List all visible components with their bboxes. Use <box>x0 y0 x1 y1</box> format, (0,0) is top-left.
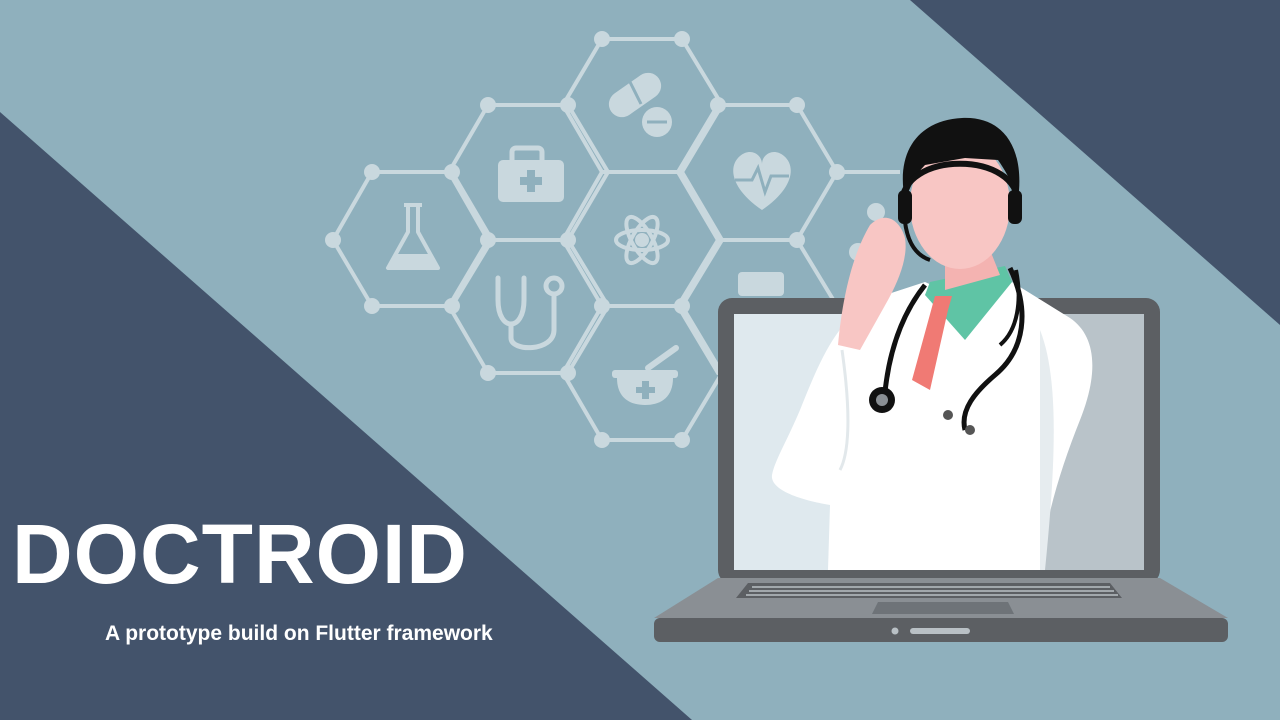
laptop-touchpad <box>872 602 1014 614</box>
app-title: DOCTROID <box>12 507 468 601</box>
app-subtitle: A prototype build on Flutter framework <box>105 622 493 645</box>
hero-illustration <box>0 0 1280 720</box>
